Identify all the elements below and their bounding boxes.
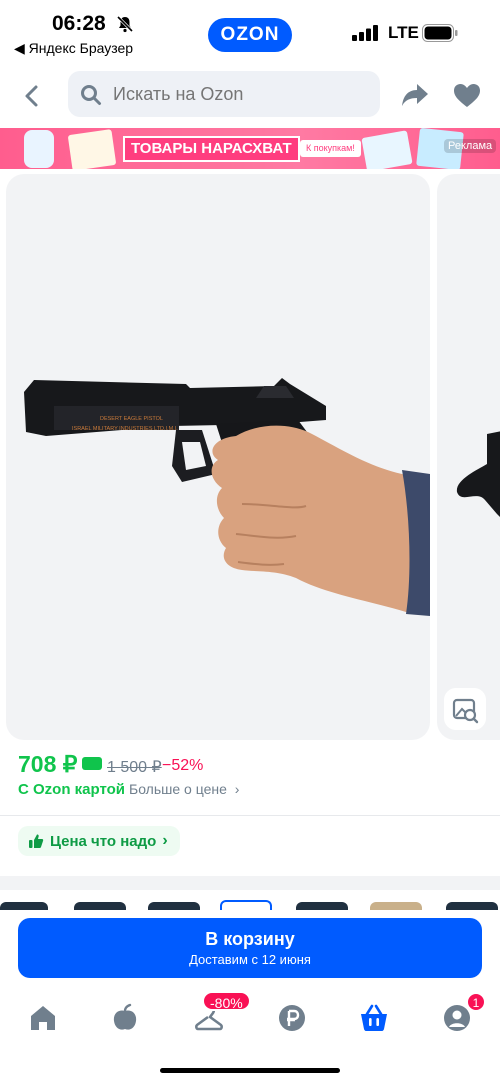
tab-cart-icon[interactable] xyxy=(359,1003,389,1033)
banner-cta-button[interactable]: К покупкам! xyxy=(300,140,361,157)
variant-thumb[interactable] xyxy=(446,902,498,910)
banner-product-diapers xyxy=(67,129,117,169)
variant-thumb-selected[interactable] xyxy=(220,900,272,910)
banner-title: ТОВАРЫ НАРАСХВАТ xyxy=(123,136,300,162)
delivery-date: Доставим с 12 июня xyxy=(189,952,311,967)
signal-icon xyxy=(352,25,378,41)
search-input[interactable] xyxy=(113,84,363,105)
tab-finance-icon[interactable] xyxy=(277,1003,307,1033)
good-price-label: Цена что надо xyxy=(50,832,157,850)
sale-badge: -80% xyxy=(202,991,251,1011)
thumbs-up-icon xyxy=(29,834,44,848)
ozon-card-icon xyxy=(82,757,102,770)
share-icon[interactable] xyxy=(400,81,430,109)
good-price-badge[interactable]: Цена что надо › xyxy=(18,826,180,856)
old-price: 1 500 ₽ xyxy=(107,759,162,776)
more-about-price-label: Больше о цене xyxy=(129,781,227,797)
tab-fresh-icon[interactable] xyxy=(110,1003,140,1033)
engraving-line-2: ISRAEL MILITARY INDUSTRIES LTD.I.M.I. xyxy=(72,426,178,432)
back-arrow-icon[interactable] xyxy=(18,82,46,110)
back-to-app-link[interactable]: ◀ Яндекс Браузер xyxy=(14,40,133,57)
variant-thumb[interactable] xyxy=(296,902,348,910)
more-about-price-link[interactable]: Больше о цене › xyxy=(129,781,239,797)
heart-icon[interactable] xyxy=(452,81,482,109)
engraving-line-1: DESERT EAGLE PISTOL xyxy=(100,416,163,422)
clock: 06:28 xyxy=(52,12,106,35)
ozon-logo: OZON xyxy=(208,18,292,52)
profile-notification-badge: 1 xyxy=(466,992,486,1012)
ozon-card-label: С Ozon картой xyxy=(18,781,126,798)
bell-muted-icon xyxy=(116,15,134,33)
variant-thumb[interactable] xyxy=(0,902,48,910)
battery-icon xyxy=(422,24,458,42)
product-photo-pistol: DESERT EAGLE PISTOL ISRAEL MILITARY INDU… xyxy=(24,378,430,616)
search-icon xyxy=(81,85,101,105)
product-image-main[interactable]: DESERT EAGLE PISTOL ISRAEL MILITARY INDU… xyxy=(6,174,430,740)
chevron-right-icon: › xyxy=(162,832,168,849)
ad-label: Реклама xyxy=(444,139,497,153)
product-photo-next xyxy=(456,431,500,517)
variant-thumb[interactable] xyxy=(74,902,126,910)
discount-badge: −52% xyxy=(162,757,204,774)
section-separator xyxy=(0,876,500,890)
divider xyxy=(0,815,500,816)
banner-product-bottle xyxy=(24,130,54,168)
chevron-right-icon: › xyxy=(234,781,240,797)
add-to-cart-label: В корзину xyxy=(205,929,295,949)
add-to-cart-button[interactable]: В корзину Доставим с 12 июня xyxy=(18,918,482,978)
price: 708 ₽ xyxy=(18,751,78,777)
home-indicator[interactable] xyxy=(160,1068,340,1073)
variant-thumb[interactable] xyxy=(370,902,422,910)
visual-search-icon[interactable] xyxy=(444,688,486,730)
product-image-next[interactable] xyxy=(437,174,500,740)
status-bar: 06:28 ◀ Яндекс Браузер OZON LTE xyxy=(0,0,500,62)
banner-product-box xyxy=(361,130,413,169)
variant-thumb[interactable] xyxy=(148,902,200,910)
network-type: LTE xyxy=(388,23,419,42)
tab-home-icon[interactable] xyxy=(28,1003,58,1033)
